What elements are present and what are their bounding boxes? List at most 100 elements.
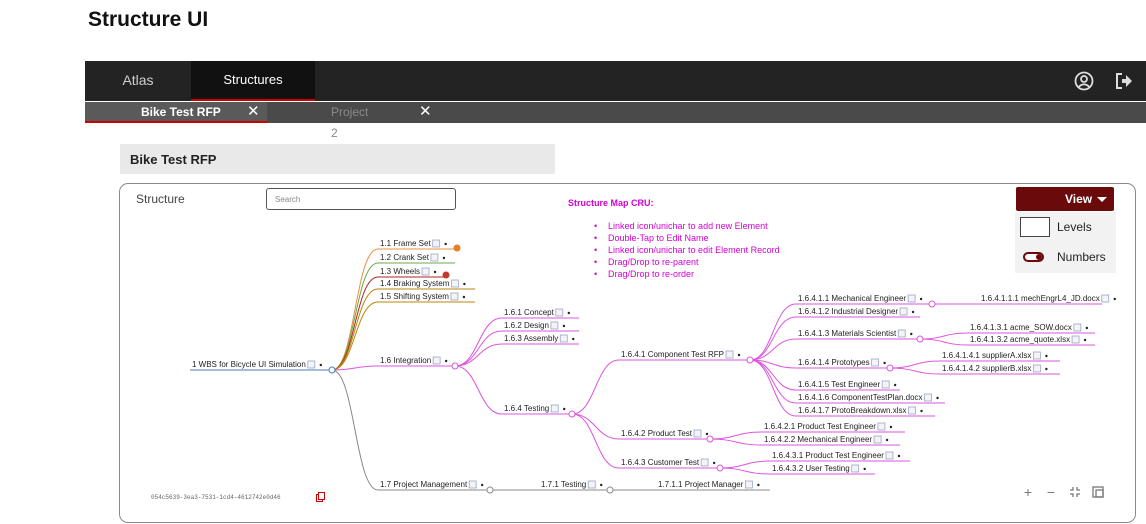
edit-record-icon[interactable]: [899, 307, 908, 316]
add-element-icon[interactable]: [863, 467, 866, 471]
tree-node[interactable]: 1.6.4.2 Product Test: [619, 429, 714, 443]
add-element-icon[interactable]: [737, 353, 741, 357]
search-input[interactable]: [266, 188, 456, 210]
edit-record-icon[interactable]: [924, 393, 932, 402]
add-element-icon[interactable]: [936, 396, 939, 400]
tree-node[interactable]: 1.3 Wheels: [378, 267, 445, 278]
tree-node[interactable]: 1.6.4.1.4 Prototypes: [796, 358, 894, 372]
edit-record-icon[interactable]: [587, 480, 596, 489]
tree-node[interactable]: 1.6.3 Assembly: [502, 334, 579, 345]
edit-record-icon[interactable]: [871, 358, 880, 367]
edit-record-icon[interactable]: [881, 380, 890, 389]
numbers-toggle[interactable]: [1023, 252, 1044, 262]
edit-record-icon[interactable]: [468, 480, 477, 489]
edit-record-icon[interactable]: [873, 435, 882, 444]
tree-node[interactable]: 1.6.4.1.6 ComponentTestPlan.docx: [796, 393, 945, 404]
tree-node[interactable]: 1.7.1.1 Project Manager: [656, 480, 770, 491]
edit-record-icon[interactable]: [559, 334, 568, 343]
tree-node[interactable]: 1.5 Shifting System: [378, 292, 475, 303]
tree-node[interactable]: 1.6.4.1.3.2 acme_quote.xlsx: [968, 335, 1095, 346]
copy-icon[interactable]: [316, 492, 325, 502]
edit-record-icon[interactable]: [1071, 335, 1080, 344]
edit-record-icon[interactable]: [1032, 364, 1041, 373]
tree-node[interactable]: 1.1 Frame Set: [378, 239, 455, 250]
tree-node[interactable]: 1.6.4.3.1 Product Test Engineer: [770, 451, 910, 462]
edit-record-icon[interactable]: [725, 350, 734, 359]
edit-record-icon[interactable]: [450, 279, 459, 288]
add-element-icon[interactable]: [463, 282, 466, 286]
add-element-icon[interactable]: [1113, 297, 1116, 301]
user-circle-icon[interactable]: [1073, 70, 1095, 92]
tree-node[interactable]: 1.6.4.1.1.1 mechEngrL4_JD.docx: [979, 294, 1116, 305]
add-element-icon[interactable]: [319, 363, 323, 367]
add-element-icon[interactable]: [433, 270, 437, 274]
add-element-icon[interactable]: [712, 461, 716, 465]
tree-node[interactable]: 1.6.4.1 Component Test RFP: [619, 350, 754, 364]
add-element-icon[interactable]: [480, 483, 484, 487]
add-element-icon[interactable]: [1045, 354, 1048, 358]
add-element-icon[interactable]: [1083, 338, 1087, 342]
edit-record-icon[interactable]: [851, 464, 860, 473]
add-element-icon[interactable]: [572, 337, 575, 341]
tree-node[interactable]: 1.6.4 Testing: [502, 404, 576, 418]
tree-node[interactable]: 1.6.4.1.1 Mechanical Engineer: [796, 294, 936, 308]
tab-bike-test-rfp[interactable]: Bike Test RFP ✕: [85, 102, 267, 123]
close-icon[interactable]: ✕: [419, 102, 432, 122]
edit-record-icon[interactable]: [897, 329, 906, 338]
add-element-icon[interactable]: [919, 297, 923, 301]
tree-node[interactable]: 1.6.4.1.5 Test Engineer: [796, 380, 900, 391]
edit-record-icon[interactable]: [550, 321, 559, 330]
tree-node[interactable]: 1.6.4.2.2 Mechanical Engineer: [762, 435, 900, 446]
add-element-icon[interactable]: [444, 242, 447, 246]
minus-icon[interactable]: −: [1045, 485, 1057, 499]
nav-structures[interactable]: Structures: [191, 61, 315, 101]
tree-node[interactable]: 1.6.4.3 Customer Test: [619, 458, 724, 472]
add-element-icon[interactable]: [444, 359, 448, 363]
add-element-icon[interactable]: [920, 409, 923, 413]
collapse-toggle[interactable]: [928, 300, 936, 308]
collapse-toggle[interactable]: [606, 486, 614, 494]
fit-icon[interactable]: [1069, 486, 1081, 498]
add-element-icon[interactable]: [442, 256, 446, 260]
collapse-toggle[interactable]: [568, 410, 576, 418]
edit-record-icon[interactable]: [432, 239, 441, 248]
tree-node[interactable]: 1.6.4.1.4.1 supplierA.xlsx: [940, 351, 1060, 362]
collapse-toggle[interactable]: [328, 366, 336, 374]
edit-record-icon[interactable]: [885, 451, 894, 460]
edit-record-icon[interactable]: [421, 267, 430, 276]
edit-record-icon[interactable]: [1101, 294, 1110, 303]
add-element-icon[interactable]: [562, 324, 566, 328]
edit-record-icon[interactable]: [1073, 323, 1082, 332]
add-element-icon[interactable]: [705, 432, 709, 436]
tree-node[interactable]: 1.7 Project Management: [378, 480, 494, 494]
collapse-toggle[interactable]: [706, 435, 714, 443]
edit-record-icon[interactable]: [307, 360, 316, 369]
tree-node[interactable]: 1 WBS for Bicycle UI Simulation: [190, 360, 336, 374]
edit-record-icon[interactable]: [907, 294, 916, 303]
nav-atlas[interactable]: Atlas: [85, 61, 191, 101]
collapse-toggle[interactable]: [486, 486, 494, 494]
add-element-icon[interactable]: [563, 407, 566, 411]
collapse-toggle[interactable]: [916, 335, 924, 343]
tree-node[interactable]: 1.6.4.1.4.2 supplierB.xlsx: [940, 364, 1060, 375]
plus-icon[interactable]: +: [1022, 485, 1034, 499]
edit-record-icon[interactable]: [432, 356, 441, 365]
edit-record-icon[interactable]: [1032, 351, 1041, 360]
add-element-icon[interactable]: [897, 454, 901, 458]
add-element-icon[interactable]: [885, 438, 889, 442]
add-element-icon[interactable]: [893, 383, 897, 387]
add-element-icon[interactable]: [757, 483, 760, 487]
tree-node[interactable]: 1.6.1 Concept: [502, 308, 579, 319]
tree-node[interactable]: 1.6.4.1.7 ProtoBreakdown.xlsx: [796, 406, 935, 417]
collapse-toggle[interactable]: [746, 356, 754, 364]
add-element-icon[interactable]: [883, 361, 886, 365]
add-element-icon[interactable]: [462, 295, 466, 299]
edit-record-icon[interactable]: [744, 480, 753, 489]
add-element-icon[interactable]: [600, 483, 603, 487]
collapse-toggle[interactable]: [886, 364, 894, 372]
tree-node[interactable]: 1.4 Braking System: [378, 279, 475, 290]
edit-record-icon[interactable]: [555, 308, 564, 317]
add-element-icon[interactable]: [910, 332, 913, 336]
add-element-icon[interactable]: [1085, 326, 1089, 330]
edit-record-icon[interactable]: [430, 253, 439, 262]
